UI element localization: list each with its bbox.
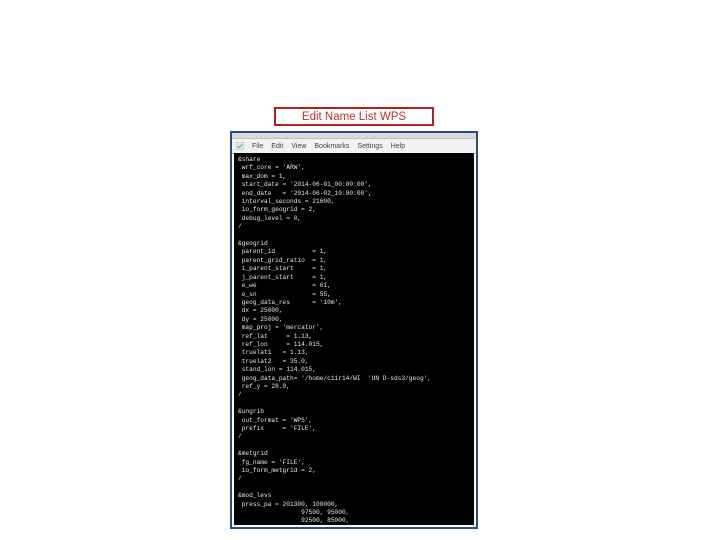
title-label-box: Edit Name List WPS — [274, 107, 434, 126]
terminal-text: &share wrf_core = 'ARW', max_dom = 1, st… — [238, 156, 431, 525]
stage: Edit Name List WPS File Edit View Bookma… — [0, 0, 720, 540]
title-label-text: Edit Name List WPS — [302, 111, 406, 123]
menu-bookmarks[interactable]: Bookmarks — [314, 143, 349, 150]
menu-view[interactable]: View — [291, 143, 306, 150]
menu-edit[interactable]: Edit — [271, 143, 283, 150]
terminal-content[interactable]: &share wrf_core = 'ARW', max_dom = 1, st… — [234, 153, 474, 525]
menubar: File Edit View Bookmarks Settings Help — [232, 139, 476, 154]
editor-window: File Edit View Bookmarks Settings Help &… — [230, 131, 478, 529]
app-icon — [236, 142, 244, 150]
menu-settings[interactable]: Settings — [357, 143, 382, 150]
menu-file[interactable]: File — [252, 143, 263, 150]
menu-help[interactable]: Help — [391, 143, 405, 150]
